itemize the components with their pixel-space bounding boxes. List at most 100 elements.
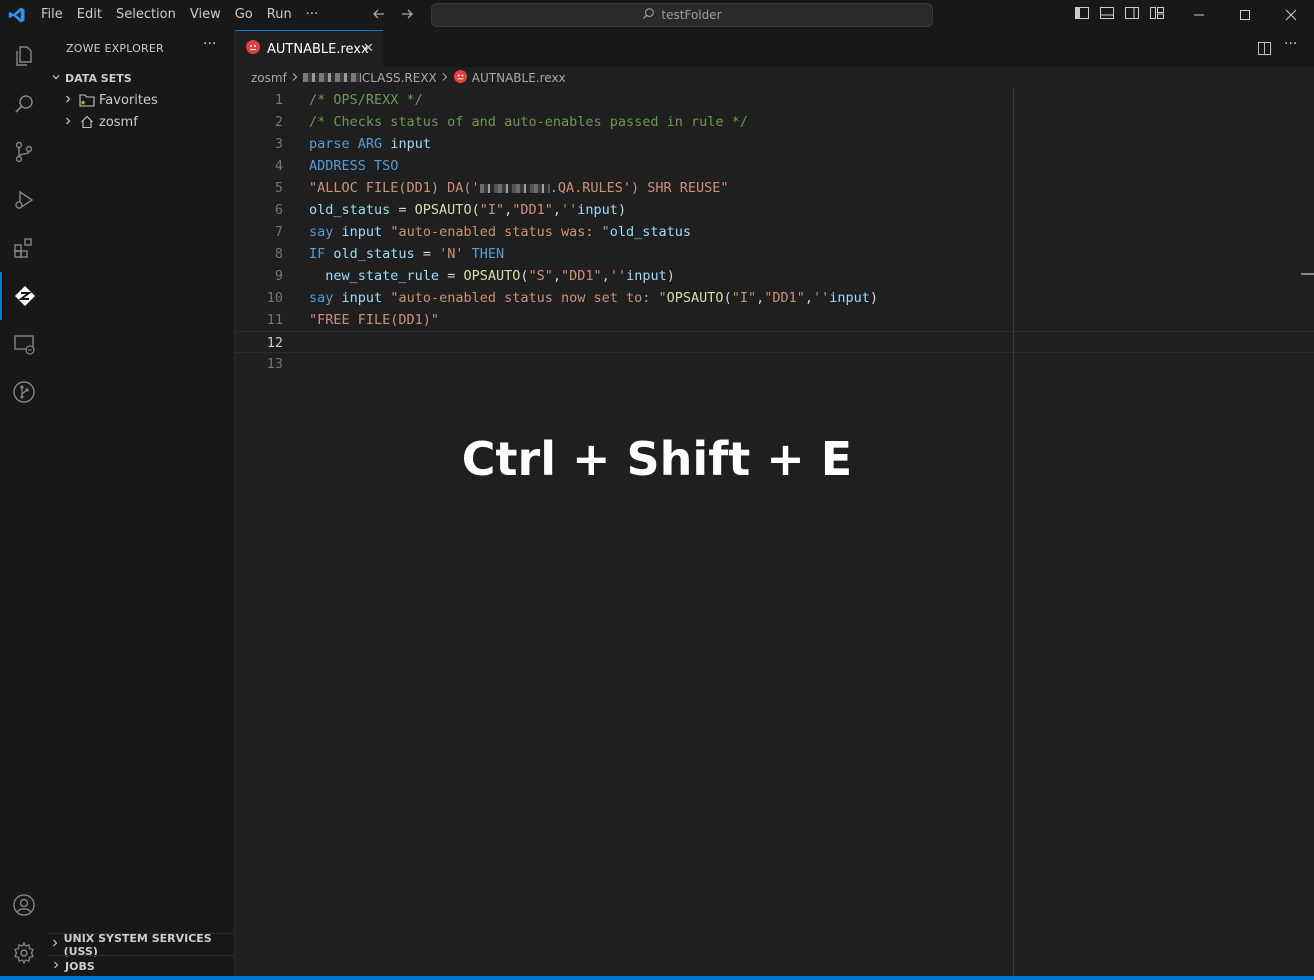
customize-layout-icon[interactable] — [1149, 5, 1165, 25]
section-jobs-label: JOBS — [65, 960, 95, 973]
line-number: 8 — [274, 246, 283, 262]
arrow-left-icon[interactable] — [372, 6, 386, 25]
chevron-right-icon — [59, 116, 77, 129]
breadcrumb-folder-label: CLASS.REXX — [361, 71, 437, 85]
editor-ruler — [1013, 89, 1014, 978]
search-text: testFolder — [661, 8, 722, 22]
code-line: 8 IF old_status = 'N' THEN — [235, 243, 1314, 265]
command-center-search[interactable]: testFolder — [431, 3, 933, 27]
tree-item-favorites[interactable]: Favorites — [47, 89, 235, 111]
toggle-primary-sidebar-icon[interactable] — [1074, 5, 1090, 25]
code-text: say input "auto-enabled status now set t… — [309, 290, 879, 306]
chevron-right-icon — [441, 71, 449, 85]
zowe-icon[interactable] — [0, 272, 47, 320]
line-number: 10 — [266, 290, 283, 306]
code-line: 2 /* Checks status of and auto-enables p… — [235, 111, 1314, 133]
search-icon[interactable] — [0, 80, 47, 128]
code-text: /* Checks status of and auto-enables pas… — [309, 114, 748, 130]
breadcrumb: zosmf CLASS.REXX AUTNABLE.rexx — [251, 69, 566, 87]
section-uss[interactable]: UNIX SYSTEM SERVICES (USS) — [47, 931, 235, 958]
code-line: 4 ADDRESS TSO — [235, 155, 1314, 177]
code-text: parse ARG input — [309, 136, 431, 152]
search-icon — [642, 7, 655, 23]
line-number: 11 — [266, 312, 283, 328]
tree-item-zosmf[interactable]: zosmf — [47, 111, 235, 133]
chevron-right-icon — [291, 71, 299, 85]
editor-tabs: AUTNABLE.rexx ✕ ··· — [235, 30, 1314, 67]
line-number: 2 — [274, 114, 283, 130]
section-data-sets[interactable]: DATA SETS — [47, 67, 235, 89]
code-line: 3 parse ARG input — [235, 133, 1314, 155]
remote-explorer-icon[interactable] — [0, 320, 47, 368]
line-number: 4 — [274, 158, 283, 174]
minimize-icon[interactable] — [1176, 0, 1222, 30]
keyboard-shortcut-overlay: Ctrl + Shift + E — [461, 432, 853, 486]
close-window-icon[interactable] — [1268, 0, 1314, 30]
code-line: 11 "FREE FILE(DD1)" — [235, 309, 1314, 331]
arrow-right-icon[interactable] — [400, 6, 414, 25]
code-line: 7 say input "auto-enabled status was: "o… — [235, 221, 1314, 243]
chevron-right-icon — [47, 938, 64, 951]
menu-view[interactable]: View — [183, 0, 228, 30]
tab-label: AUTNABLE.rexx — [267, 41, 369, 57]
editor-area: AUTNABLE.rexx ✕ ··· zosmf CLASS.REXX AUT… — [235, 30, 1314, 978]
side-bar: ZOWE EXPLORER ··· DATA SETS Favorites zo… — [47, 30, 235, 978]
status-bar — [0, 976, 1314, 980]
code-line: 6 old_status = OPSAUTO("I","DD1",''input… — [235, 199, 1314, 221]
code-text: old_status = OPSAUTO("I","DD1",''input) — [309, 202, 627, 218]
line-number: 13 — [266, 356, 283, 372]
section-uss-label: UNIX SYSTEM SERVICES (USS) — [63, 931, 212, 958]
sidebar-more-actions[interactable]: ··· — [203, 36, 216, 52]
menu-more[interactable]: ··· — [299, 0, 325, 30]
menu-selection[interactable]: Selection — [109, 0, 183, 30]
redacted-text — [479, 183, 550, 193]
toggle-secondary-sidebar-icon[interactable] — [1124, 5, 1140, 25]
menu-run[interactable]: Run — [260, 0, 299, 30]
line-number: 12 — [266, 335, 283, 351]
line-number: 7 — [274, 224, 283, 240]
rexx-file-icon — [453, 69, 468, 87]
breadcrumb-file[interactable]: AUTNABLE.rexx — [472, 71, 566, 85]
accounts-icon[interactable] — [0, 881, 47, 929]
tab-autnable-rexx[interactable]: AUTNABLE.rexx ✕ — [235, 30, 383, 67]
split-editor-icon[interactable] — [1257, 41, 1272, 60]
code-text: IF old_status = 'N' THEN — [309, 246, 505, 262]
editor-more-actions[interactable]: ··· — [1284, 36, 1297, 52]
run-debug-icon[interactable] — [0, 176, 47, 224]
code-text: "ALLOC FILE(DD1) DA(' .QA.RULES') SHR REU… — [309, 180, 729, 196]
title-bar: File Edit Selection View Go Run ··· test… — [0, 0, 1314, 30]
sidebar-title: ZOWE EXPLORER — [66, 42, 164, 55]
line-number: 9 — [274, 268, 283, 284]
menu-edit[interactable]: Edit — [70, 0, 109, 30]
code-line: 13 — [235, 353, 1314, 375]
git-graph-icon[interactable] — [0, 368, 47, 416]
menu-go[interactable]: Go — [228, 0, 260, 30]
line-number: 1 — [274, 92, 283, 108]
chevron-right-icon — [59, 94, 77, 107]
tree-item-zosmf-label: zosmf — [99, 114, 138, 130]
maximize-icon[interactable] — [1222, 0, 1268, 30]
breadcrumb-root[interactable]: zosmf — [251, 71, 287, 85]
section-data-sets-label: DATA SETS — [65, 71, 132, 85]
extensions-icon[interactable] — [0, 224, 47, 272]
layout-controls — [1074, 0, 1165, 30]
line-number: 6 — [274, 202, 283, 218]
code-text: ADDRESS TSO — [309, 158, 399, 174]
line-number: 5 — [274, 180, 283, 196]
toggle-panel-icon[interactable] — [1099, 5, 1115, 25]
rexx-file-icon — [245, 39, 261, 59]
code-text: "FREE FILE(DD1)" — [309, 312, 440, 328]
code-text: /* OPS/REXX */ — [309, 92, 423, 108]
code-text: say input "auto-enabled status was: "old… — [309, 224, 692, 240]
settings-gear-icon[interactable] — [0, 929, 47, 977]
code-line: 1 /* OPS/REXX */ — [235, 89, 1314, 111]
vscode-logo-icon — [0, 0, 34, 30]
menu-file[interactable]: File — [34, 0, 70, 30]
source-control-icon[interactable] — [0, 128, 47, 176]
chevron-right-icon — [47, 960, 65, 973]
close-icon[interactable]: ✕ — [363, 41, 374, 56]
code-line: 10 say input "auto-enabled status now se… — [235, 287, 1314, 309]
breadcrumb-folder[interactable]: CLASS.REXX — [302, 71, 437, 85]
section-jobs[interactable]: JOBS — [47, 955, 235, 977]
explorer-icon[interactable] — [0, 32, 47, 80]
